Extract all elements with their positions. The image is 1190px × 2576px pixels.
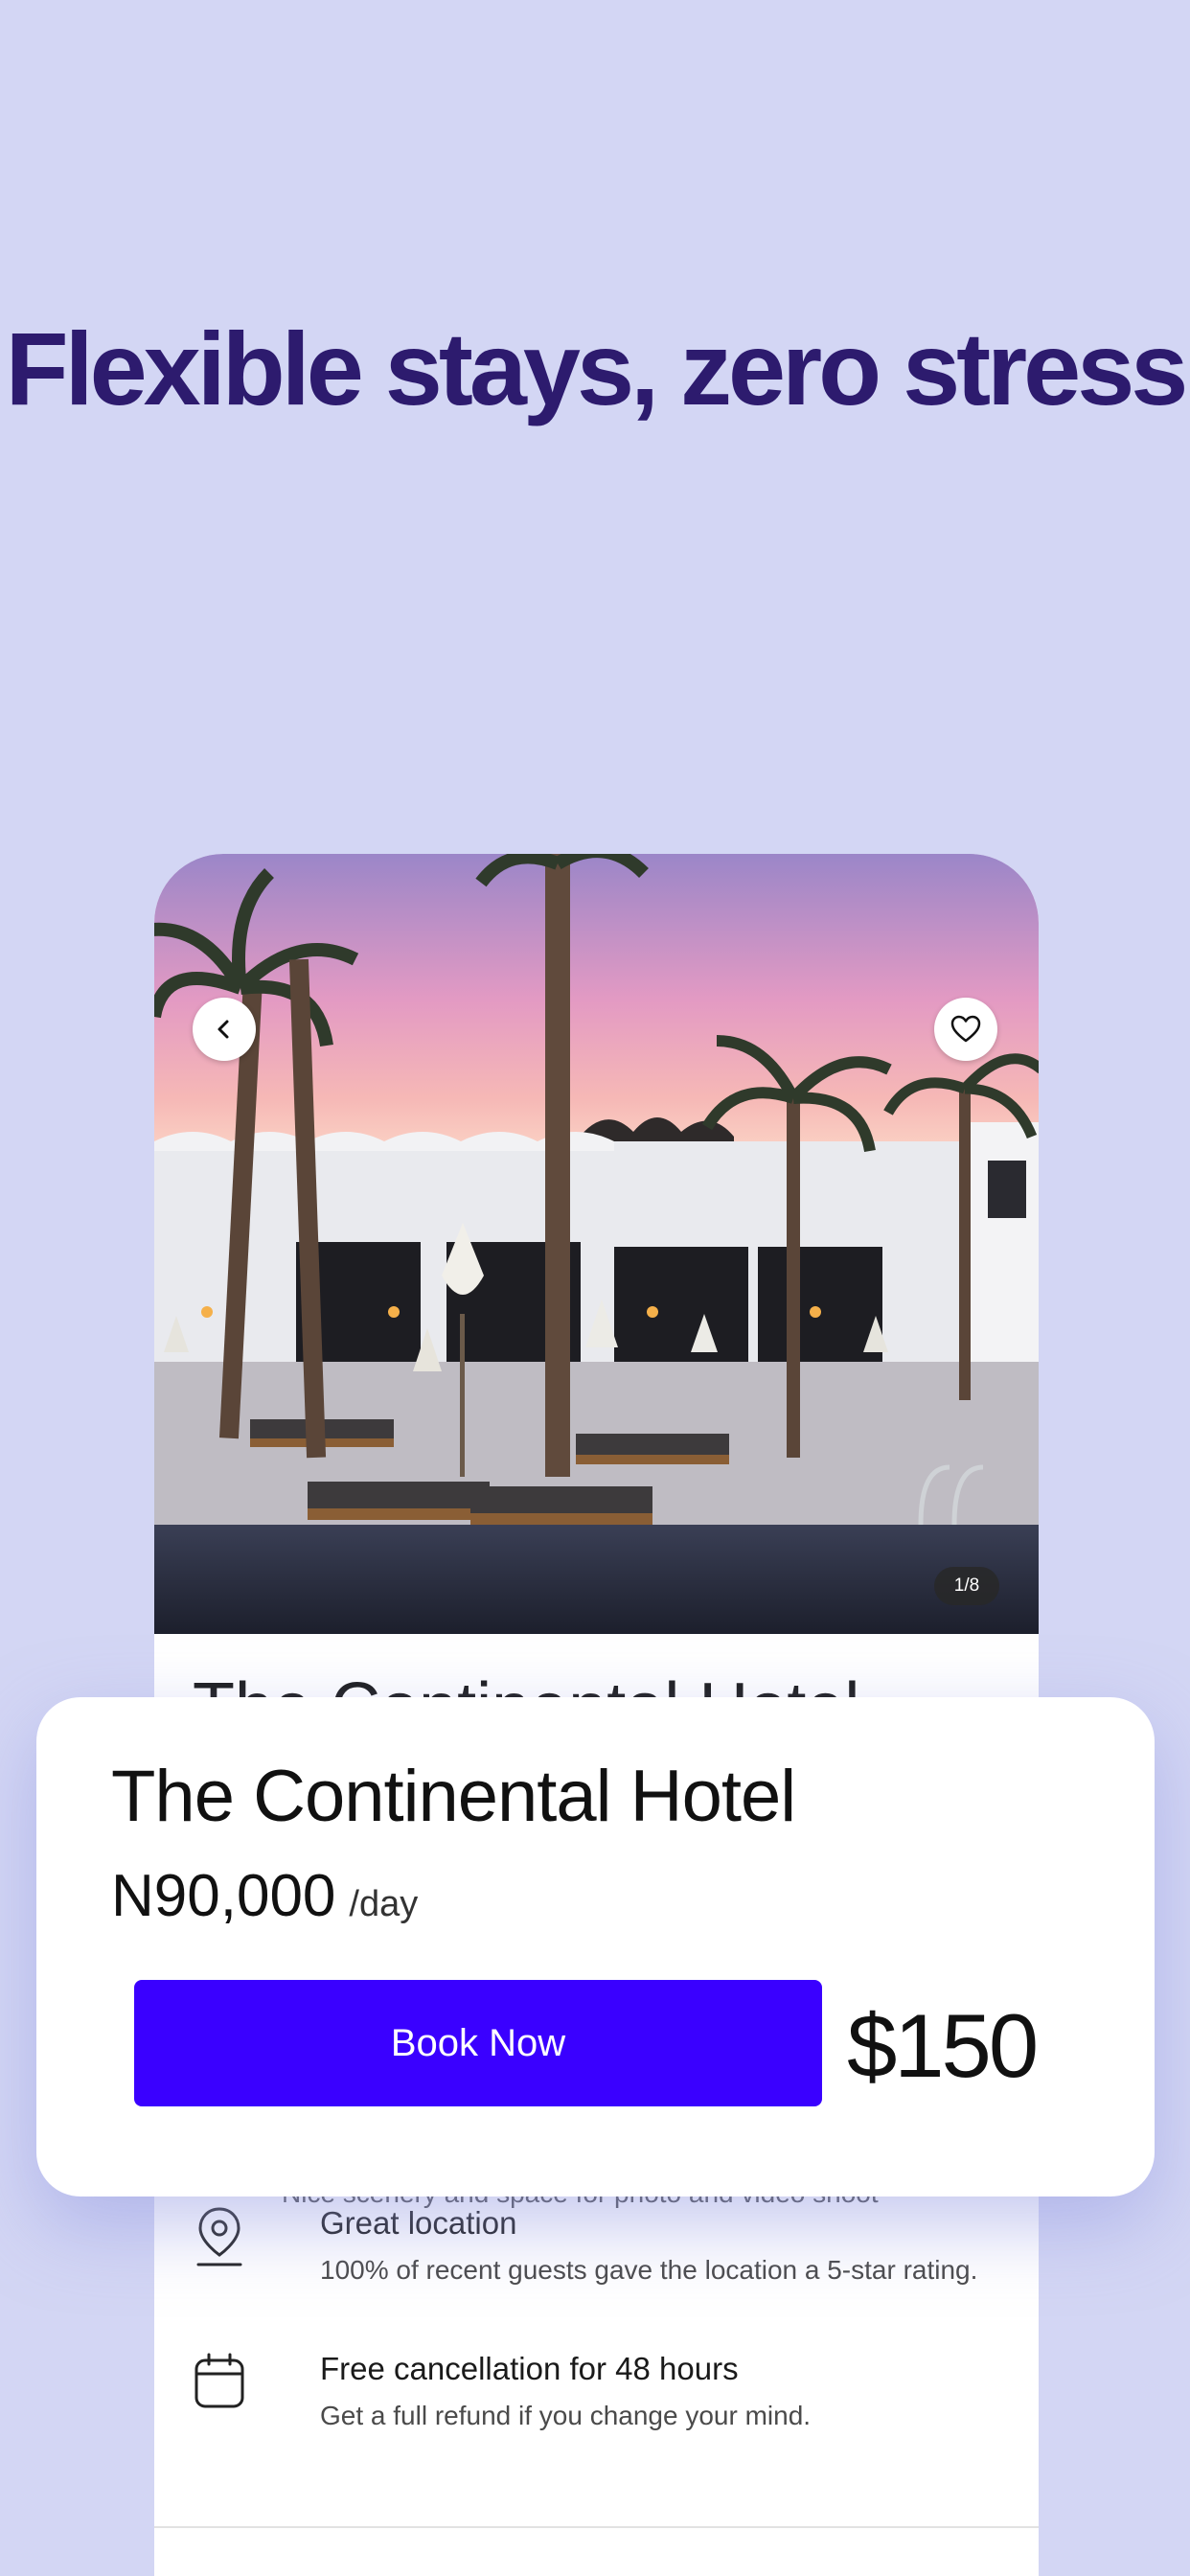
location-pin-icon (196, 2207, 242, 2266)
usd-price: $150 (847, 1995, 1039, 2096)
hotel-photo-illustration (154, 854, 1039, 1634)
hotel-name: The Continental Hotel (111, 1756, 796, 1837)
hotel-photo[interactable]: 1/8 (154, 854, 1039, 1634)
feature-title: Great location (320, 2205, 517, 2241)
price-unit: /day (349, 1884, 419, 1924)
back-button[interactable] (193, 998, 256, 1061)
calendar-icon (195, 2353, 244, 2408)
feature-description: Get a full refund if you change your min… (320, 2401, 812, 2430)
booking-card: The Continental Hotel N90,000/day Book N… (36, 1697, 1155, 2196)
price-row: N90,000/day (111, 1862, 418, 1930)
headline: Flexible stays, zero stress (5, 310, 1189, 426)
feature-description: 100% of recent guests gave the location … (320, 2255, 978, 2285)
price-amount: N90,000 (111, 1863, 336, 1929)
divider (154, 2526, 1039, 2528)
chevron-left-icon (217, 1020, 229, 1039)
heart-icon (950, 1015, 981, 1043)
favorite-button[interactable] (934, 998, 997, 1061)
feature-title: Free cancellation for 48 hours (320, 2351, 739, 2386)
image-counter: 1/8 (934, 1567, 999, 1605)
book-now-button[interactable]: Book Now (134, 1980, 822, 2106)
